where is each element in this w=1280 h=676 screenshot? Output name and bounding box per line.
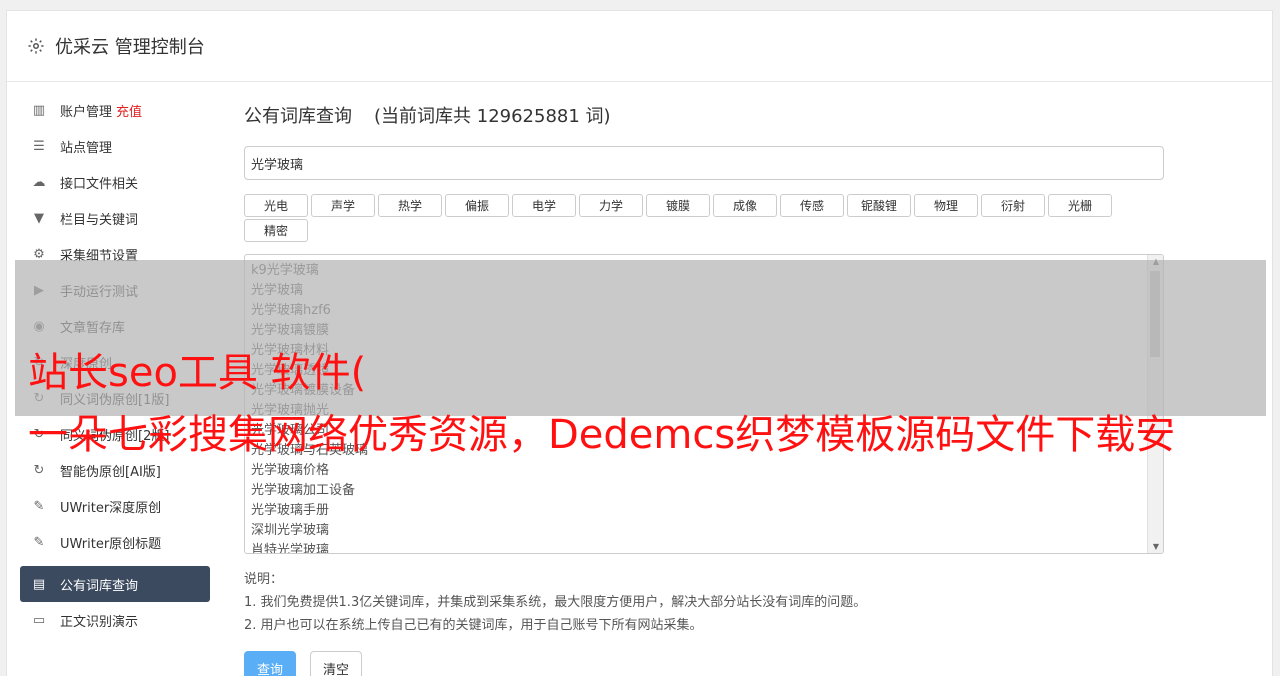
server-icon: ☰: [33, 138, 45, 154]
section-title: 公有词库查询 (当前词库共 129625881 词): [244, 102, 1164, 128]
tag-button[interactable]: 热学: [378, 194, 442, 217]
sidebar-item[interactable]: ▭ 正文识别演示: [20, 602, 210, 638]
sidebar-item-label: 正文识别演示: [60, 614, 139, 630]
tag-button[interactable]: 精密: [244, 219, 308, 242]
notes-title: 说明：: [244, 572, 284, 587]
sidebar-item-label: UWriter深度原创: [60, 500, 162, 516]
sidebar-item-label: 站点管理: [60, 140, 113, 156]
tag-list: 光电 声学 热学 偏振 电学 力学 镀膜 成像 传感 铌酸锂 物理 衍射 光栅精密: [244, 194, 1124, 244]
sidebar-item[interactable]: ▤ 公有词库查询: [20, 566, 210, 602]
sidebar-item-label: 智能伪原创[AI版]: [60, 464, 161, 480]
refresh-icon: ↻: [33, 462, 45, 478]
sidebar-item[interactable]: ▥ 账户管理 充值: [20, 92, 210, 128]
sidebar-item-label: 公有词库查询: [60, 578, 139, 594]
tag-button[interactable]: 电学: [512, 194, 576, 217]
cloud-upload-icon: ☁: [32, 174, 46, 190]
sidebar-item-label: UWriter原创标题: [60, 536, 162, 552]
sidebar-item-label: 栏目与关键词: [60, 212, 139, 228]
tag-button[interactable]: 传感: [780, 194, 844, 217]
keyword-search-input[interactable]: [244, 146, 1164, 180]
tag-button[interactable]: 铌酸锂: [847, 194, 911, 217]
bar-chart-icon: ▥: [32, 102, 46, 118]
tag-button[interactable]: 成像: [713, 194, 777, 217]
word-count-text: (当前词库共 129625881 词): [374, 106, 611, 127]
sidebar-item[interactable]: ✎ UWriter深度原创: [20, 488, 210, 524]
page-title: 优采云 管理控制台: [55, 37, 205, 58]
list-item[interactable]: 深圳光学玻璃: [251, 521, 1157, 541]
sidebar-item-label: 账户管理: [60, 104, 113, 120]
list-item[interactable]: 光学玻璃价格: [251, 461, 1157, 481]
sidebar-item[interactable]: ✎ UWriter原创标题: [20, 524, 210, 560]
tag-button[interactable]: 光电: [244, 194, 308, 217]
sidebar-item[interactable]: ☰ 站点管理: [20, 128, 210, 164]
list-item[interactable]: 光学玻璃加工设备: [251, 481, 1157, 501]
panel-header: 优采云 管理控制台: [7, 11, 1272, 82]
overlay-text-line1: 站长seo工具 软件(: [28, 350, 367, 396]
note-line: 1. 我们免费提供1.3亿关键词库，并集成到采集系统，最大限度方便用户，解决大部…: [244, 595, 867, 610]
book-icon: ▤: [32, 576, 46, 592]
overlay-text-line2: 一朵七彩搜集网络优秀资源，Dedemcs织梦模板源码文件下载安: [28, 412, 1176, 458]
tag-button[interactable]: 衍射: [981, 194, 1045, 217]
edit-icon: ✎: [33, 534, 45, 550]
sidebar-item[interactable]: ▼ 栏目与关键词: [20, 200, 210, 236]
notes: 说明： 1. 我们免费提供1.3亿关键词库，并集成到采集系统，最大限度方便用户，…: [244, 568, 1164, 637]
scroll-down-icon[interactable]: ▼: [1153, 542, 1159, 551]
recharge-link[interactable]: 充值: [116, 101, 142, 120]
section-title-text: 公有词库查询: [244, 106, 352, 127]
query-button[interactable]: 查询: [244, 651, 297, 676]
gear-icon: [27, 37, 45, 55]
clear-button[interactable]: 清空: [310, 651, 363, 676]
tag-button[interactable]: 物理: [914, 194, 978, 217]
tag-button[interactable]: 镀膜: [646, 194, 710, 217]
monitor-icon: ▭: [32, 612, 46, 628]
filter-icon: ▼: [34, 210, 44, 226]
edit-icon: ✎: [33, 498, 45, 514]
list-item[interactable]: 肖特光学玻璃: [251, 541, 1157, 553]
list-item[interactable]: 光学玻璃手册: [251, 501, 1157, 521]
tag-button[interactable]: 声学: [311, 194, 375, 217]
sidebar-item-label: 接口文件相关: [60, 176, 139, 192]
tag-button[interactable]: 光栅: [1048, 194, 1112, 217]
sidebar-item[interactable]: ☁ 接口文件相关: [20, 164, 210, 200]
action-buttons: 查询 清空: [244, 651, 1164, 676]
tag-button[interactable]: 偏振: [445, 194, 509, 217]
tag-button[interactable]: 力学: [579, 194, 643, 217]
note-line: 2. 用户也可以在系统上传自己已有的关键词库，用于自己账号下所有网站采集。: [244, 618, 703, 633]
